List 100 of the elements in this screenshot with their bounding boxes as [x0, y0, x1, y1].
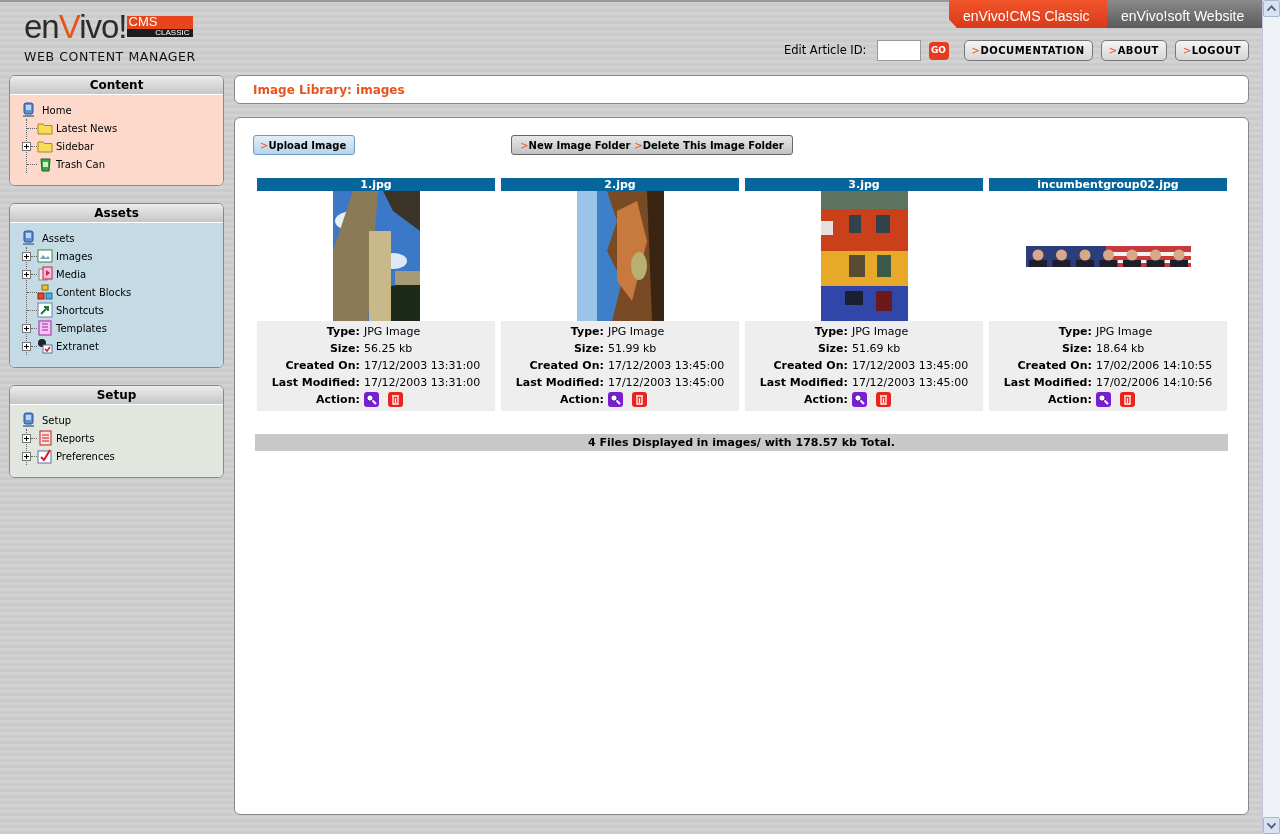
computer-icon	[20, 230, 36, 246]
detail-label: Action:	[315, 392, 360, 408]
delete-icon[interactable]	[387, 392, 403, 407]
page-title: Image Library: images	[253, 81, 405, 99]
expand-icon[interactable]	[22, 451, 31, 461]
detail-label: Size:	[1060, 341, 1092, 357]
delete-icon[interactable]	[1119, 392, 1135, 407]
panel-header: Setup	[10, 386, 223, 405]
tree-item[interactable]: Sidebar	[56, 138, 95, 154]
expand-icon[interactable]	[22, 251, 31, 261]
search-icon[interactable]	[607, 392, 623, 407]
shortcut-icon	[37, 302, 53, 318]
tree-item[interactable]: Content Blocks	[56, 284, 132, 300]
tree-item[interactable]: Assets	[42, 230, 75, 246]
upload-button[interactable]: >Upload Image	[253, 135, 356, 155]
detail-value: 17/12/2003 13:31:00	[363, 375, 481, 391]
detail-label: Last Modified:	[271, 375, 360, 391]
tagline: WEB CONTENT MANAGER	[24, 48, 196, 66]
detail-value: 56.25 kb	[363, 341, 414, 357]
detail-value: 17/02/2006 14:10:56	[1095, 375, 1213, 391]
search-icon[interactable]	[1095, 392, 1111, 407]
checkmark-icon	[37, 448, 53, 464]
blocks-icon	[37, 284, 53, 300]
tree-item[interactable]: Media	[56, 266, 87, 282]
brand-logo: enVivo!	[24, 8, 127, 45]
detail-value: 51.69 kb	[851, 341, 902, 357]
detail-label: Created On:	[1016, 358, 1092, 374]
tree-item[interactable]: Preferences	[56, 448, 115, 464]
detail-label: Size:	[816, 341, 848, 357]
document-icon	[37, 320, 53, 336]
expand-icon[interactable]	[22, 341, 31, 351]
tree-item[interactable]: Latest News	[56, 120, 118, 136]
detail-value: JPG Image	[1095, 324, 1154, 340]
detail-label: Action:	[803, 392, 848, 408]
nav-button[interactable]: >LOGOUT	[1174, 40, 1249, 61]
folder-button[interactable]: >Delete This Image Folder	[632, 136, 786, 154]
detail-label: Last Modified:	[1003, 375, 1092, 391]
detail-value: JPG Image	[363, 324, 422, 340]
media-icon	[37, 266, 53, 282]
scroll-up-icon[interactable]	[1263, 0, 1280, 17]
tree-item[interactable]: Shortcuts	[56, 302, 104, 318]
detail-label: Size:	[328, 341, 360, 357]
expand-icon[interactable]	[22, 323, 31, 333]
tree-item[interactable]: Reports	[56, 430, 95, 446]
detail-value: 17/12/2003 13:45:00	[607, 375, 725, 391]
expand-icon[interactable]	[22, 433, 31, 443]
detail-value: 17/12/2003 13:45:00	[607, 358, 725, 374]
folder-icon	[37, 138, 53, 154]
computer-icon	[20, 102, 36, 118]
go-button[interactable]: GO	[928, 41, 949, 60]
detail-value: 17/12/2003 13:45:00	[851, 375, 969, 391]
file-name-bar: 1.jpg	[257, 178, 495, 191]
delete-icon[interactable]	[875, 392, 891, 407]
panel-header: Content	[10, 76, 223, 95]
nav-button[interactable]: >DOCUMENTATION	[963, 40, 1093, 61]
detail-label: Created On:	[284, 358, 360, 374]
detail-label: Created On:	[772, 358, 848, 374]
bin-icon	[37, 156, 53, 172]
tree-item[interactable]: Trash Can	[56, 156, 106, 172]
site-tab[interactable]: enVivo!soft Website	[1107, 0, 1262, 28]
nav-button[interactable]: >ABOUT	[1100, 40, 1167, 61]
scroll-down-icon[interactable]	[1263, 817, 1280, 834]
tree-item[interactable]: Extranet	[56, 338, 99, 354]
file-name-bar: incumbentgroup02.jpg	[989, 178, 1227, 191]
search-icon[interactable]	[363, 392, 379, 407]
detail-label: Size:	[572, 341, 604, 357]
search-icon[interactable]	[851, 392, 867, 407]
detail-value: JPG Image	[851, 324, 910, 340]
summary-bar: 4 Files Displayed in images/ with 178.57 kb Total.	[255, 434, 1228, 451]
user-icon	[37, 338, 53, 354]
file-name-bar: 2.jpg	[501, 178, 739, 191]
detail-label: Type:	[1057, 324, 1092, 340]
expand-icon[interactable]	[22, 269, 31, 279]
tree-item[interactable]: Templates	[56, 320, 107, 336]
tree-item[interactable]: Home	[42, 102, 72, 118]
image-icon	[37, 248, 53, 264]
site-tab[interactable]: enVivo!CMS Classic	[949, 0, 1107, 28]
tree-item[interactable]: Images	[56, 248, 93, 264]
article-id-field[interactable]	[876, 40, 921, 61]
computer-icon	[20, 412, 36, 428]
document-icon	[37, 430, 53, 446]
detail-label: Type:	[325, 324, 360, 340]
detail-value: JPG Image	[607, 324, 666, 340]
expand-icon[interactable]	[22, 141, 31, 151]
scrollbar[interactable]	[1262, 0, 1280, 834]
detail-label: Action:	[559, 392, 604, 408]
detail-label: Action:	[1047, 392, 1092, 408]
folder-icon	[37, 120, 53, 136]
field-label: Edit Article ID:	[783, 41, 867, 59]
edition-badge: CMS CLASSIC	[126, 16, 193, 37]
folder-button[interactable]: >New Image Folder	[518, 136, 633, 154]
detail-value: 17/02/2006 14:10:55	[1095, 358, 1213, 374]
detail-label: Last Modified:	[515, 375, 604, 391]
detail-label: Type:	[813, 324, 848, 340]
file-name-bar: 3.jpg	[745, 178, 983, 191]
panel-header: Assets	[10, 204, 223, 223]
tree-item[interactable]: Setup	[42, 412, 72, 428]
detail-value: 17/12/2003 13:31:00	[363, 358, 481, 374]
delete-icon[interactable]	[631, 392, 647, 407]
detail-value: 51.99 kb	[607, 341, 658, 357]
